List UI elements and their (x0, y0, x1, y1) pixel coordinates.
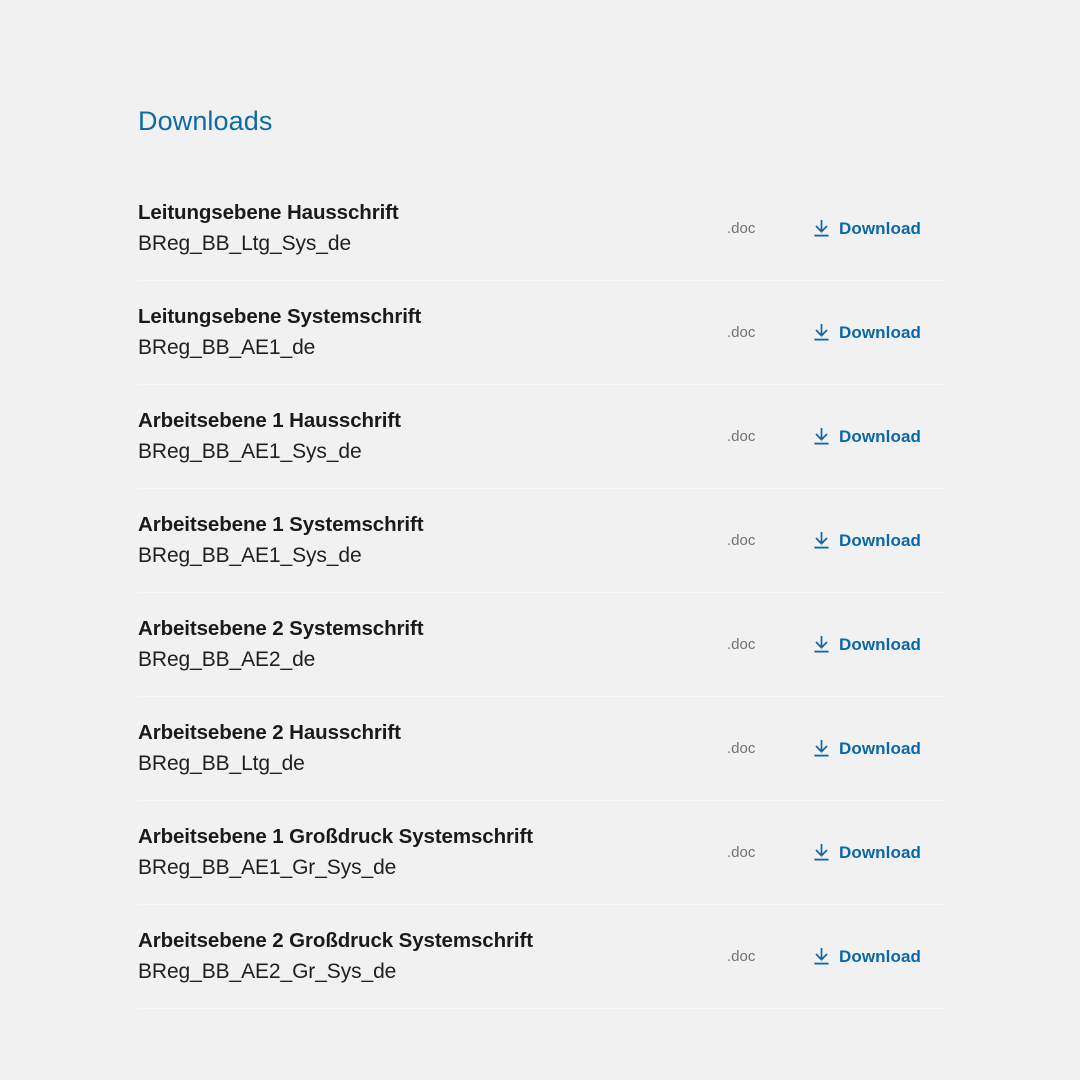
download-row-info: Arbeitsebene 1 Hausschrift BReg_BB_AE1_S… (138, 406, 727, 467)
file-title: Arbeitsebene 2 Hausschrift (138, 721, 401, 744)
page-title: Downloads (138, 106, 273, 136)
download-button-label: Download (839, 218, 922, 238)
download-button-label: Download (839, 322, 922, 342)
downloads-list: Leitungsebene Hausschrift BReg_BB_Ltg_Sy… (138, 177, 945, 1009)
file-name: BReg_BB_Ltg_de (138, 752, 305, 775)
file-name: BReg_BB_AE1_de (138, 336, 316, 359)
download-button[interactable]: Download (813, 738, 945, 760)
download-arrow-icon (813, 219, 830, 238)
file-title: Arbeitsebene 2 Großdruck Systemschrift (138, 929, 533, 952)
file-title: Arbeitsebene 1 Systemschrift (138, 513, 424, 536)
download-row-info: Leitungsebene Hausschrift BReg_BB_Ltg_Sy… (138, 198, 727, 259)
download-button[interactable]: Download (813, 322, 945, 344)
file-extension: .doc (727, 219, 756, 237)
page-root: Downloads Leitungsebene Hausschrift BReg… (0, 0, 1080, 1080)
file-name: BReg_BB_AE2_de (138, 648, 316, 671)
file-extension: .doc (727, 635, 756, 653)
download-row-info: Arbeitsebene 2 Systemschrift BReg_BB_AE2… (138, 614, 727, 675)
download-arrow-icon (813, 531, 830, 550)
download-button-label: Download (839, 426, 922, 446)
download-row-info: Arbeitsebene 2 Hausschrift BReg_BB_Ltg_d… (138, 718, 727, 779)
file-title: Arbeitsebene 2 Systemschrift (138, 617, 424, 640)
download-row-info: Arbeitsebene 2 Großdruck Systemschrift B… (138, 926, 727, 987)
download-arrow-icon (813, 635, 830, 654)
download-arrow-icon (813, 739, 830, 758)
download-row: Arbeitsebene 2 Systemschrift BReg_BB_AE2… (138, 593, 945, 697)
download-row: Leitungsebene Hausschrift BReg_BB_Ltg_Sy… (138, 177, 945, 281)
file-title: Leitungsebene Hausschrift (138, 201, 399, 224)
download-button-label: Download (839, 738, 922, 758)
download-button-label: Download (839, 842, 922, 862)
download-row: Arbeitsebene 2 Hausschrift BReg_BB_Ltg_d… (138, 697, 945, 801)
download-button[interactable]: Download (813, 530, 945, 552)
download-button-label: Download (839, 634, 922, 654)
file-name: BReg_BB_AE1_Sys_de (138, 440, 362, 463)
download-row-info: Leitungsebene Systemschrift BReg_BB_AE1_… (138, 302, 727, 363)
download-button-label: Download (839, 946, 922, 966)
file-extension: .doc (727, 427, 756, 445)
downloads-section: Downloads Leitungsebene Hausschrift BReg… (138, 104, 945, 1009)
download-row-info: Arbeitsebene 1 Systemschrift BReg_BB_AE1… (138, 510, 727, 571)
file-title: Arbeitsebene 1 Hausschrift (138, 409, 401, 432)
download-button[interactable]: Download (813, 946, 945, 968)
download-button[interactable]: Download (813, 842, 945, 864)
file-name: BReg_BB_AE1_Sys_de (138, 544, 362, 567)
download-button-label: Download (839, 530, 922, 550)
download-button[interactable]: Download (813, 426, 945, 448)
download-arrow-icon (813, 323, 830, 342)
file-name: BReg_BB_AE1_Gr_Sys_de (138, 856, 397, 879)
download-button[interactable]: Download (813, 634, 945, 656)
download-arrow-icon (813, 843, 830, 862)
file-title: Leitungsebene Systemschrift (138, 305, 422, 328)
download-row: Arbeitsebene 2 Großdruck Systemschrift B… (138, 905, 945, 1009)
download-row: Leitungsebene Systemschrift BReg_BB_AE1_… (138, 281, 945, 385)
download-row: Arbeitsebene 1 Systemschrift BReg_BB_AE1… (138, 489, 945, 593)
file-name: BReg_BB_Ltg_Sys_de (138, 232, 352, 255)
file-title: Arbeitsebene 1 Großdruck Systemschrift (138, 825, 533, 848)
download-button[interactable]: Download (813, 218, 945, 240)
file-extension: .doc (727, 323, 756, 341)
file-name: BReg_BB_AE2_Gr_Sys_de (138, 960, 397, 983)
download-arrow-icon (813, 427, 830, 446)
file-extension: .doc (727, 843, 756, 861)
file-extension: .doc (727, 531, 756, 549)
file-extension: .doc (727, 947, 756, 965)
file-extension: .doc (727, 739, 756, 757)
download-arrow-icon (813, 947, 830, 966)
download-row: Arbeitsebene 1 Hausschrift BReg_BB_AE1_S… (138, 385, 945, 489)
download-row: Arbeitsebene 1 Großdruck Systemschrift B… (138, 801, 945, 905)
download-row-info: Arbeitsebene 1 Großdruck Systemschrift B… (138, 822, 727, 883)
